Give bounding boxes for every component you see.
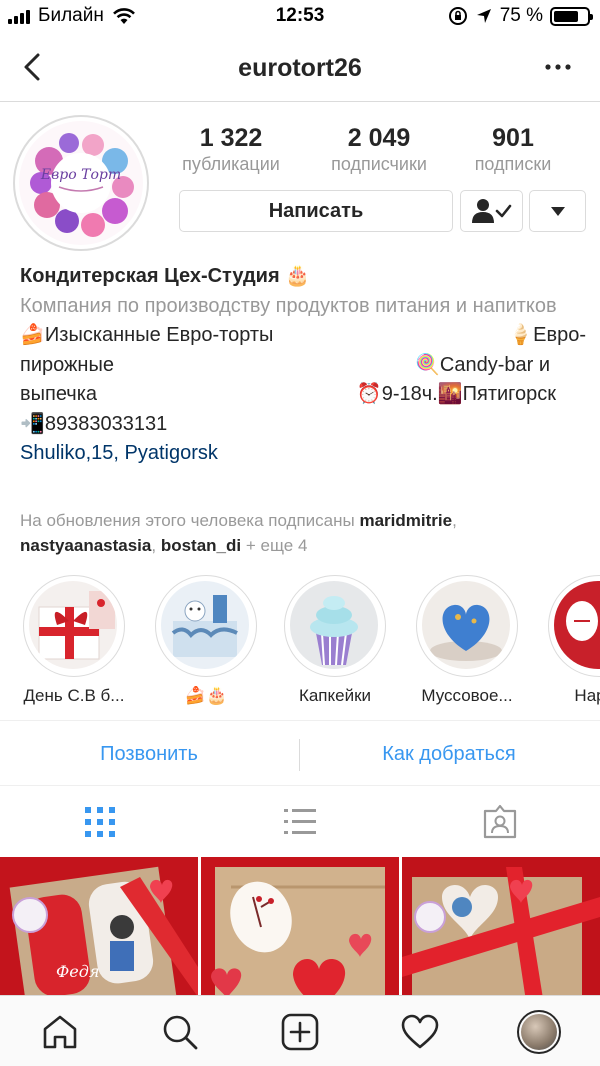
highlight-cover-cupcake (290, 581, 378, 669)
profile-username: eurotort26 (238, 54, 362, 82)
battery-percent: 75 % (499, 5, 543, 26)
new-post-icon[interactable] (281, 1013, 319, 1051)
highlight-label: День С.В б... (23, 686, 125, 705)
following-button[interactable] (460, 190, 523, 232)
grid-post[interactable] (201, 857, 399, 995)
post-image-gift-box: Федя (0, 857, 198, 995)
status-right: 75 % (448, 5, 593, 27)
stat-followers-label: подписчики (331, 154, 427, 174)
list-view-icon[interactable] (282, 804, 318, 840)
stat-followers-count: 2 049 (347, 124, 411, 152)
highlight-item[interactable]: 🍰🎂 (141, 575, 271, 706)
activity-heart-icon[interactable] (401, 1013, 439, 1051)
bio-line-2-left: пирожные (20, 353, 114, 376)
bottom-tab-bar (0, 995, 600, 1066)
suggested-dropdown-button[interactable] (529, 190, 586, 232)
story-highlights: День С.В б... 🍰🎂 Капкейки Муссовое... Ha (0, 575, 600, 715)
highlight-ring (548, 575, 600, 677)
bio-line-3: выпечка ⏰9-18ч.🌇Пятигорск (20, 380, 586, 410)
highlight-label: Капкейки (298, 686, 372, 705)
followed-by-prefix: На обновления этого человека подписаны (20, 511, 355, 530)
stat-posts-label: публикации (182, 154, 280, 174)
bio-address-link[interactable]: Shuliko,15, Pyatigorsk (20, 439, 586, 469)
directions-button[interactable]: Как добраться (300, 721, 598, 787)
own-profile-avatar[interactable] (517, 1010, 561, 1054)
highlight-cover-cake (161, 581, 249, 669)
avatar-logo-image: Евро Торт (19, 121, 143, 245)
person-check-icon (471, 199, 511, 223)
post-cookie-text: Федя (56, 962, 99, 981)
bio-category: Компания по производству продуктов питан… (20, 294, 557, 317)
highlight-item[interactable]: Капкейки (270, 575, 400, 706)
home-icon[interactable] (41, 1013, 79, 1051)
bio-line-1: 🍰Изысканные Евро-торты 🍦Евро- (20, 321, 586, 351)
highlight-item[interactable]: День С.В б... (9, 575, 139, 706)
highlight-ring (23, 575, 125, 677)
highlight-ring (155, 575, 257, 677)
highlight-cover-red-cookies (554, 581, 600, 669)
contact-actions: Позвонить Как добраться (0, 720, 600, 786)
search-icon[interactable] (161, 1013, 199, 1051)
photo-grid: Федя (0, 857, 600, 995)
highlight-cover-gift-box (29, 581, 117, 669)
profile-bio: Кондитерская Цех-Студия 🎂 Компания по пр… (20, 262, 586, 469)
avatar-brand-text: Евро Торт (40, 167, 121, 183)
highlight-ring (284, 575, 386, 677)
profile-avatar[interactable]: Евро Торт (13, 115, 149, 251)
battery-fill (554, 10, 578, 22)
bio-line-1-left: 🍰Изысканные Евро-торты (20, 324, 274, 346)
stat-posts-count: 1 322 (199, 124, 263, 152)
bio-line-1-right: 🍦Евро- (508, 324, 586, 346)
highlight-item[interactable]: Муссовое... (402, 575, 532, 706)
bio-line-3-left: выпечка (20, 383, 98, 405)
profile-tabs (0, 787, 600, 857)
highlight-ring (416, 575, 518, 677)
followed-by-user[interactable]: nastyaanastasia (20, 536, 151, 555)
grid-post[interactable]: Федя (0, 857, 198, 995)
bio-line-3-right: ⏰9-18ч.🌇Пятигорск (356, 383, 556, 405)
bio-line-2: пирожные 🍭Candy-bar и (20, 351, 586, 381)
message-button[interactable]: Написать (179, 190, 453, 232)
bio-line-2-right: 🍭Candy-bar и (414, 353, 550, 376)
followed-by-more[interactable]: + еще 4 (246, 536, 308, 555)
more-options-icon[interactable] (544, 56, 572, 78)
location-arrow-icon (476, 9, 491, 23)
grid-post[interactable] (402, 857, 600, 995)
followed-by-text[interactable]: На обновления этого человека подписаны m… (20, 508, 590, 558)
tagged-photos-icon[interactable] (482, 804, 518, 840)
post-image-heart-cookies (201, 857, 399, 995)
highlight-label: Happy (574, 686, 600, 705)
stat-followers[interactable]: 2 049 подписчики (309, 124, 449, 175)
call-button[interactable]: Позвонить (0, 721, 298, 787)
status-bar: Билайн 12:53 75 % (0, 0, 600, 34)
highlight-item[interactable]: Happy (534, 575, 600, 706)
highlight-cover-mousse-cake (422, 581, 510, 669)
bio-phone[interactable]: 📲89383033131 (20, 410, 586, 440)
triangle-down-icon (550, 207, 565, 216)
stat-following-count: 901 (492, 124, 534, 152)
stat-following[interactable]: 901 подписки (443, 124, 583, 175)
highlight-label: Муссовое... (421, 686, 513, 705)
highlight-label: 🍰🎂 (184, 686, 228, 705)
profile-navbar: eurotort26 (0, 34, 600, 102)
followed-by-user[interactable]: maridmitrie (359, 511, 452, 530)
bio-full-name: Кондитерская Цех-Студия 🎂 (20, 265, 311, 287)
followed-by-user[interactable]: bostan_di (161, 536, 241, 555)
battery-icon (550, 6, 593, 26)
stat-posts[interactable]: 1 322 публикации (161, 124, 301, 175)
post-image-heart-box (402, 857, 600, 995)
orientation-lock-icon (448, 7, 467, 25)
grid-view-icon[interactable] (82, 804, 118, 840)
stat-following-label: подписки (474, 154, 552, 174)
